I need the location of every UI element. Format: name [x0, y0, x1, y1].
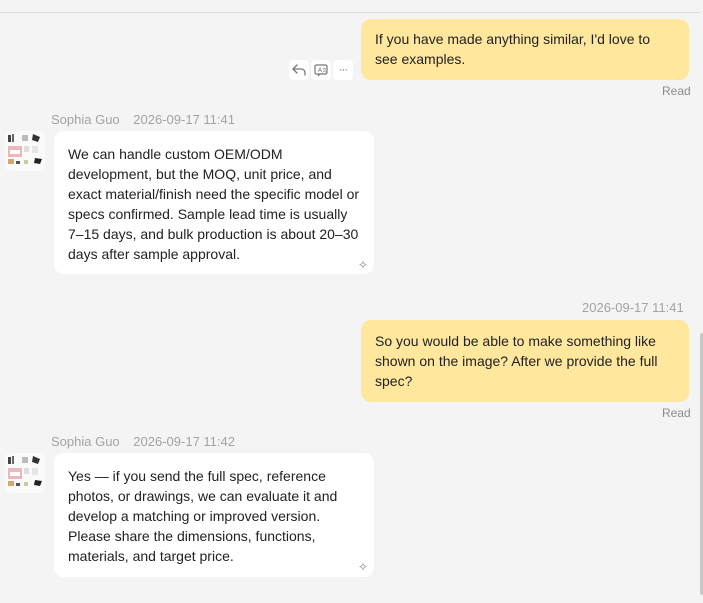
- sender-name: Sophia Guo: [51, 112, 120, 127]
- message-time: 2026-09-17 11:42: [133, 434, 235, 449]
- avatar[interactable]: [5, 131, 45, 171]
- message-bubble-incoming: Yes — if you send the full spec, referen…: [54, 453, 374, 577]
- sparkle-icon[interactable]: ✧: [358, 561, 368, 573]
- sender-name: Sophia Guo: [51, 434, 120, 449]
- message-time: 2026-09-17 11:41: [133, 112, 235, 127]
- avatar[interactable]: [5, 453, 45, 493]
- message-text: We can handle custom OEM/ODM development…: [68, 146, 360, 262]
- message-actions: A 文 ···: [289, 60, 353, 80]
- message-time: 2026-09-17 11:41: [582, 300, 684, 315]
- read-receipt: Read: [662, 84, 691, 98]
- reply-icon[interactable]: [289, 60, 309, 80]
- message-text: Yes — if you send the full spec, referen…: [68, 468, 338, 564]
- message-meta: Sophia Guo 2026-09-17 11:41: [51, 112, 235, 127]
- message-bubble-outgoing: If you have made anything similar, I'd l…: [361, 19, 689, 80]
- sparkle-icon[interactable]: ✧: [358, 259, 368, 271]
- message-bubble-outgoing: So you would be able to make something l…: [361, 320, 689, 402]
- more-label: ···: [339, 64, 348, 76]
- message-text: So you would be able to make something l…: [375, 333, 658, 389]
- chat-thread: A 文 ··· If you have made anything simila…: [0, 0, 703, 603]
- top-divider: [0, 12, 700, 13]
- more-icon[interactable]: ···: [333, 60, 353, 80]
- translate-icon[interactable]: A 文: [311, 60, 331, 80]
- message-bubble-incoming: We can handle custom OEM/ODM development…: [54, 131, 374, 274]
- svg-text:文: 文: [322, 67, 327, 74]
- message-text: If you have made anything similar, I'd l…: [375, 31, 651, 67]
- read-receipt: Read: [662, 406, 691, 420]
- message-meta: Sophia Guo 2026-09-17 11:42: [51, 434, 235, 449]
